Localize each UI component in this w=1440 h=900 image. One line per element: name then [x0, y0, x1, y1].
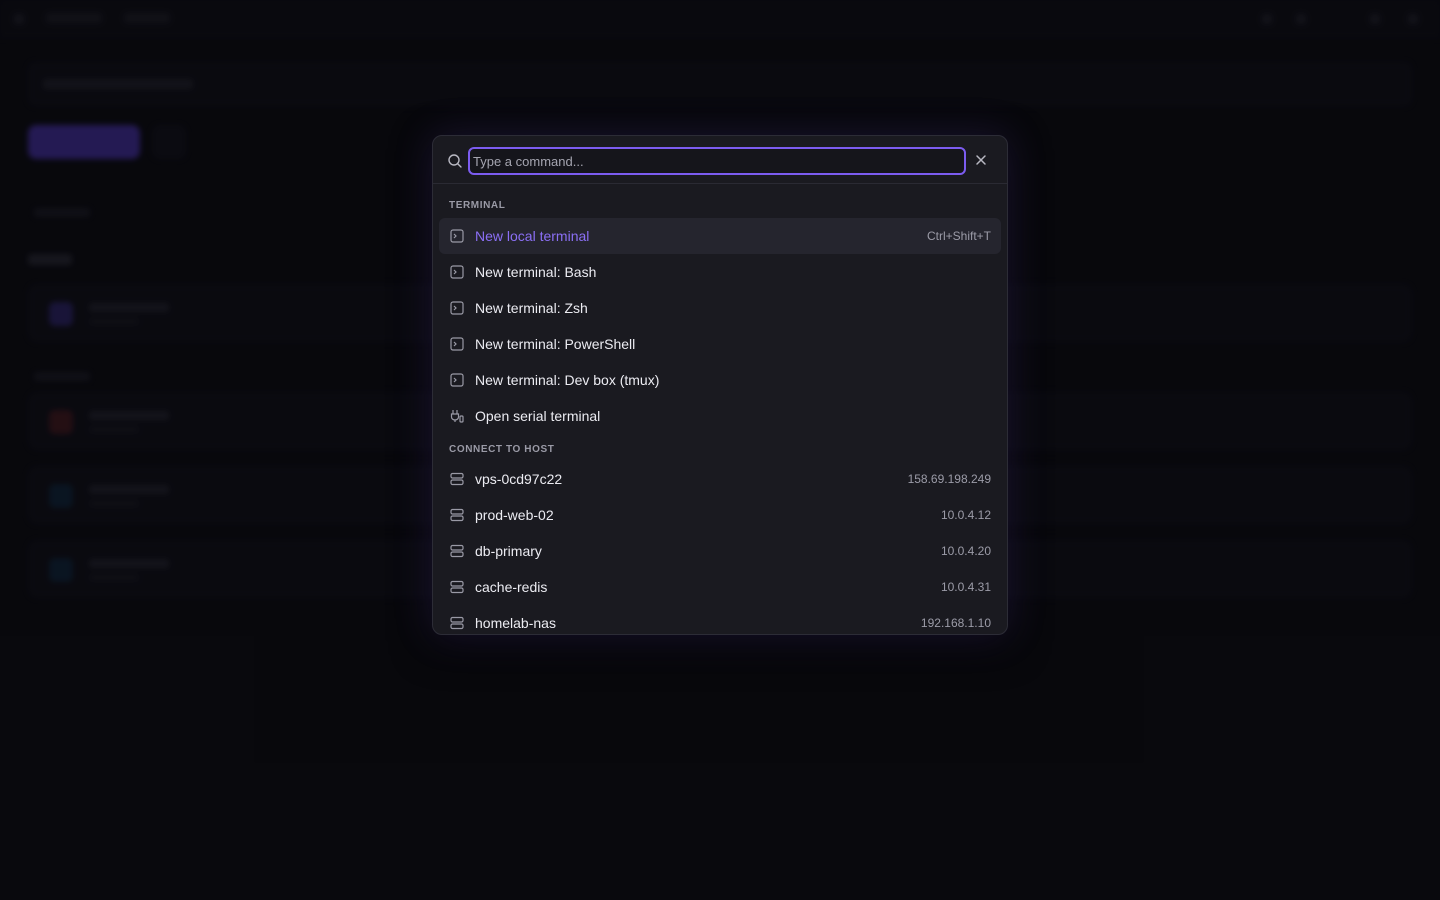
host-cache-redis[interactable]: cache-redis 10.0.4.31 — [439, 569, 1001, 605]
serial-port-icon — [449, 408, 465, 424]
host-ip: 158.69.198.249 — [907, 472, 991, 486]
terminal-icon — [449, 372, 465, 388]
command-new-terminal-powershell[interactable]: New terminal: PowerShell — [439, 326, 1001, 362]
host-name: cache-redis — [475, 579, 548, 595]
command-label: New local terminal — [475, 228, 590, 244]
section-label-connect-to-host: CONNECT TO HOST — [449, 444, 555, 455]
host-ip: 10.0.4.20 — [940, 544, 991, 558]
command-label: New terminal: Dev box (tmux) — [475, 372, 660, 388]
terminal-icon — [449, 264, 465, 280]
server-icon — [449, 615, 465, 631]
command-list: TERMINAL New local terminal Ctrl+Shift+T… — [433, 184, 1007, 634]
host-homelab-nas[interactable]: homelab-nas 192.168.1.10 — [439, 605, 1001, 634]
terminal-icon — [449, 228, 465, 244]
host-name: db-primary — [475, 543, 542, 559]
command-palette: TERMINAL New local terminal Ctrl+Shift+T… — [432, 135, 1008, 635]
keyboard-shortcut: Ctrl+Shift+T — [926, 229, 991, 243]
command-label: Open serial terminal — [475, 408, 601, 424]
section-label-terminal: TERMINAL — [449, 200, 506, 211]
host-vps-0cd97c22[interactable]: vps-0cd97c22 158.69.198.249 — [439, 461, 1001, 497]
close-icon[interactable] — [973, 152, 989, 168]
command-new-terminal-bash[interactable]: New terminal: Bash — [439, 254, 1001, 290]
command-search-input[interactable] — [468, 147, 966, 175]
command-label: New terminal: Bash — [475, 264, 597, 280]
command-label: New terminal: Zsh — [475, 300, 588, 316]
server-icon — [449, 471, 465, 487]
terminal-icon — [449, 300, 465, 316]
host-name: vps-0cd97c22 — [475, 471, 563, 487]
command-new-local-terminal[interactable]: New local terminal Ctrl+Shift+T — [439, 218, 1001, 254]
command-open-serial-terminal[interactable]: Open serial terminal — [439, 398, 1001, 434]
host-name: homelab-nas — [475, 615, 556, 631]
server-icon — [449, 579, 465, 595]
command-label: New terminal: PowerShell — [475, 336, 636, 352]
server-icon — [449, 543, 465, 559]
command-palette-header — [433, 136, 1007, 184]
server-icon — [449, 507, 465, 523]
host-name: prod-web-02 — [475, 507, 554, 523]
command-new-terminal-zsh[interactable]: New terminal: Zsh — [439, 290, 1001, 326]
terminal-icon — [449, 336, 465, 352]
host-ip: 10.0.4.31 — [940, 580, 991, 594]
host-db-primary[interactable]: db-primary 10.0.4.20 — [439, 533, 1001, 569]
search-icon — [447, 153, 463, 169]
host-ip: 10.0.4.12 — [940, 508, 991, 522]
command-new-terminal-dev-box[interactable]: New terminal: Dev box (tmux) — [439, 362, 1001, 398]
host-ip: 192.168.1.10 — [920, 616, 991, 630]
host-prod-web-02[interactable]: prod-web-02 10.0.4.12 — [439, 497, 1001, 533]
